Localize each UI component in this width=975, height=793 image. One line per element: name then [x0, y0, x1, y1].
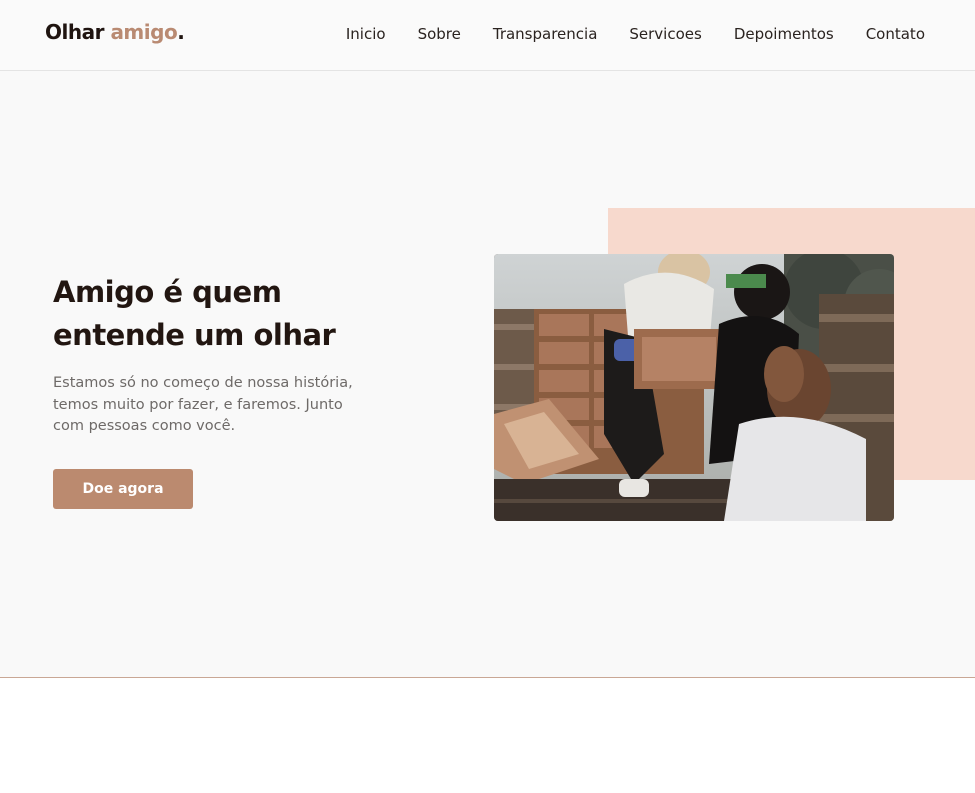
main-nav: Inicio Sobre Transparencia Servicoes Dep… — [346, 25, 925, 43]
nav-link-sobre[interactable]: Sobre — [418, 25, 461, 43]
logo-main-text: Olhar — [45, 20, 104, 44]
hero-description: Estamos só no começo de nossa história, … — [53, 375, 353, 434]
donate-button[interactable]: Doe agora — [53, 469, 193, 509]
nav-link-transparencia[interactable]: Transparencia — [493, 25, 598, 43]
volunteers-photo — [494, 254, 894, 521]
site-logo[interactable]: Olhar amigo. — [45, 20, 185, 44]
nav-link-depoimentos[interactable]: Depoimentos — [734, 25, 834, 43]
nav-link-servicoes[interactable]: Servicoes — [629, 25, 701, 43]
hero-section: Amigo é quem entende um olhar Estamos só… — [0, 71, 975, 678]
hero-title: Amigo é quem entende um olhar — [53, 275, 336, 352]
nav-link-inicio[interactable]: Inicio — [346, 25, 386, 43]
logo-dot: . — [177, 20, 185, 44]
next-section — [0, 679, 975, 793]
nav-link-contato[interactable]: Contato — [866, 25, 925, 43]
logo-accent-text: amigo — [110, 20, 178, 44]
site-header: Olhar amigo. Inicio Sobre Transparencia … — [0, 0, 975, 71]
